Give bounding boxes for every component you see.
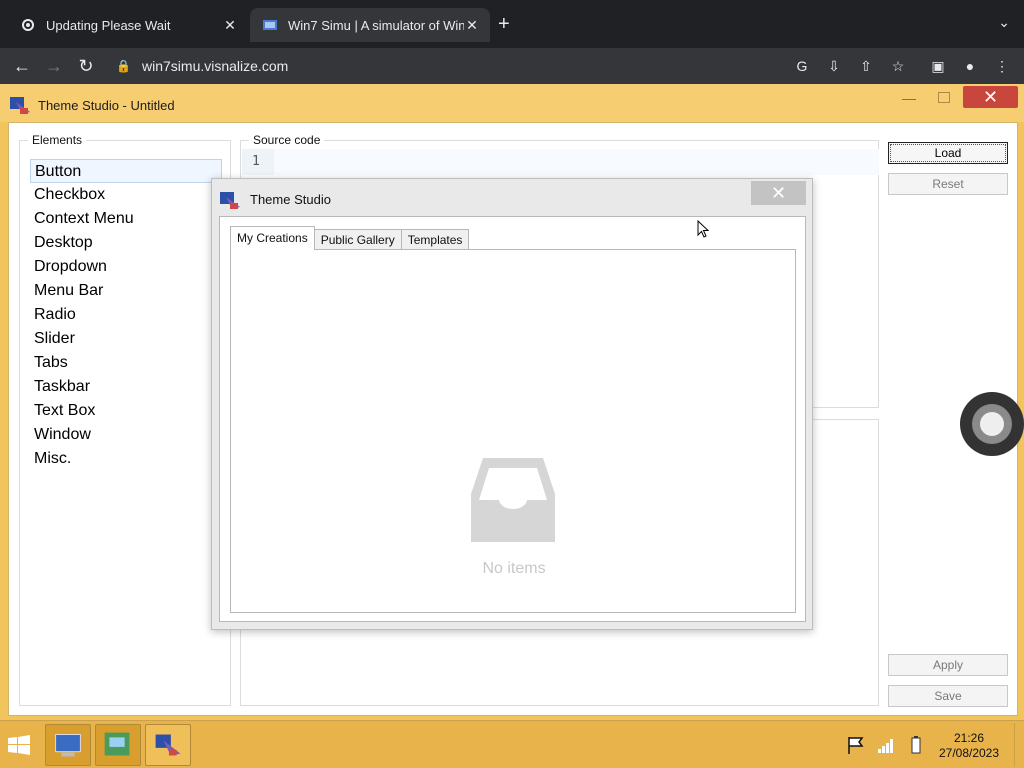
- element-item-tabs[interactable]: Tabs: [30, 351, 222, 375]
- element-item-radio[interactable]: Radio: [30, 303, 222, 327]
- save-button[interactable]: Save: [888, 685, 1008, 707]
- google-icon[interactable]: G: [790, 54, 814, 78]
- close-icon[interactable]: ✕: [464, 17, 480, 34]
- clock[interactable]: 21:26 27/08/2023: [936, 731, 1002, 761]
- windows-start-icon[interactable]: [8, 735, 30, 755]
- profile-icon[interactable]: ●: [958, 54, 982, 78]
- load-button-label: Load: [890, 144, 1006, 162]
- app-title: Theme Studio - Untitled: [38, 98, 175, 113]
- browser-tab-bar: Updating Please Wait ✕ Win7 Simu | A sim…: [0, 0, 1024, 48]
- tab-templates[interactable]: Templates: [400, 229, 470, 250]
- empty-inbox-icon: [471, 458, 555, 542]
- browser-tab-title: Updating Please Wait: [46, 17, 171, 33]
- element-item-desktop[interactable]: Desktop: [30, 231, 222, 255]
- computer-icon: [55, 734, 81, 757]
- share-icon[interactable]: ⇧: [854, 54, 878, 78]
- tab-public-gallery[interactable]: Public Gallery: [313, 229, 402, 250]
- gear-icon: [22, 19, 34, 31]
- mouse-cursor-icon: [697, 220, 709, 238]
- dialog-body: My Creations Public Gallery Templates No…: [219, 216, 806, 622]
- theme-studio-icon: [155, 734, 181, 756]
- elements-legend: Elements: [28, 133, 87, 147]
- element-item-menu-bar[interactable]: Menu Bar: [30, 279, 222, 303]
- apply-button[interactable]: Apply: [888, 654, 1008, 676]
- close-icon[interactable]: ✕: [222, 17, 238, 34]
- menu-dots-icon[interactable]: ⋮: [990, 54, 1014, 78]
- theme-studio-icon: [10, 97, 30, 114]
- windows-icon: [263, 20, 277, 30]
- battery-icon[interactable]: [906, 735, 926, 755]
- element-item-checkbox[interactable]: Checkbox: [30, 183, 222, 207]
- dialog-tab-panel: No items: [230, 249, 796, 613]
- theme-studio-dialog: Theme Studio ✕ My Creations Public Galle…: [211, 178, 813, 630]
- taskbar-button-theme-studio[interactable]: [145, 724, 191, 766]
- element-item-context-menu[interactable]: Context Menu: [30, 207, 222, 231]
- browser-tab-win7simu[interactable]: Win7 Simu | A simulator of Win ✕: [250, 8, 490, 42]
- app-titlebar[interactable]: Theme Studio - Untitled — ✕: [0, 84, 1024, 122]
- taskbar-button-control-panel[interactable]: [95, 724, 141, 766]
- dialog-close-button[interactable]: ✕: [751, 181, 806, 205]
- install-icon[interactable]: ⇩: [822, 54, 846, 78]
- chevron-down-icon[interactable]: ⌄: [998, 14, 1010, 31]
- maximize-button[interactable]: [938, 92, 950, 103]
- element-item-button[interactable]: Button: [30, 159, 222, 183]
- tab-my-creations[interactable]: My Creations: [230, 226, 315, 250]
- star-icon[interactable]: ☆: [886, 54, 910, 78]
- reload-icon[interactable]: ↻: [74, 54, 98, 78]
- load-button[interactable]: Load: [888, 142, 1008, 164]
- elements-group: Elements Button Checkbox Context Menu De…: [19, 133, 231, 706]
- elements-list: Button Checkbox Context Menu Desktop Dro…: [30, 159, 222, 471]
- empty-state-text: No items: [482, 560, 546, 577]
- clock-time: 21:26: [953, 731, 985, 745]
- line-number: 1: [242, 149, 274, 175]
- close-button[interactable]: ✕: [963, 86, 1018, 108]
- signal-icon[interactable]: [876, 735, 896, 755]
- browser-tab-updating[interactable]: Updating Please Wait ✕: [8, 8, 248, 42]
- loading-spinner-icon: [960, 392, 1024, 456]
- element-item-misc[interactable]: Misc.: [30, 447, 222, 471]
- element-item-slider[interactable]: Slider: [30, 327, 222, 351]
- flag-icon[interactable]: [846, 735, 866, 755]
- taskbar-button-explorer[interactable]: [45, 724, 91, 766]
- new-tab-icon[interactable]: +: [498, 14, 510, 34]
- reset-button[interactable]: Reset: [888, 173, 1008, 195]
- control-panel-icon: [104, 732, 130, 756]
- back-arrow-icon[interactable]: ←: [10, 54, 34, 78]
- source-code-legend: Source code: [249, 133, 325, 147]
- taskbar: 21:26 27/08/2023: [0, 720, 1024, 768]
- element-item-taskbar[interactable]: Taskbar: [30, 375, 222, 399]
- browser-toolbar: ← → ↻ 🔒 win7simu.visnalize.com G ⇩ ⇧ ☆ ▣…: [0, 48, 1024, 84]
- theme-studio-icon: [220, 192, 240, 209]
- element-item-dropdown[interactable]: Dropdown: [30, 255, 222, 279]
- minimize-button[interactable]: —: [902, 90, 920, 108]
- element-item-window[interactable]: Window: [30, 423, 222, 447]
- lock-icon: 🔒: [116, 59, 131, 73]
- side-panel-icon[interactable]: ▣: [926, 54, 950, 78]
- browser-tab-title: Win7 Simu | A simulator of Win: [288, 17, 464, 33]
- show-desktop-button[interactable]: [1014, 723, 1024, 767]
- element-item-text-box[interactable]: Text Box: [30, 399, 222, 423]
- clock-date: 27/08/2023: [938, 746, 1000, 760]
- url-text: win7simu.visnalize.com: [142, 58, 289, 74]
- dialog-title: Theme Studio: [250, 192, 331, 207]
- code-editor-line[interactable]: 1: [242, 149, 879, 175]
- forward-arrow-icon[interactable]: →: [42, 54, 66, 78]
- dialog-tabs: My Creations Public Gallery Templates: [230, 226, 470, 250]
